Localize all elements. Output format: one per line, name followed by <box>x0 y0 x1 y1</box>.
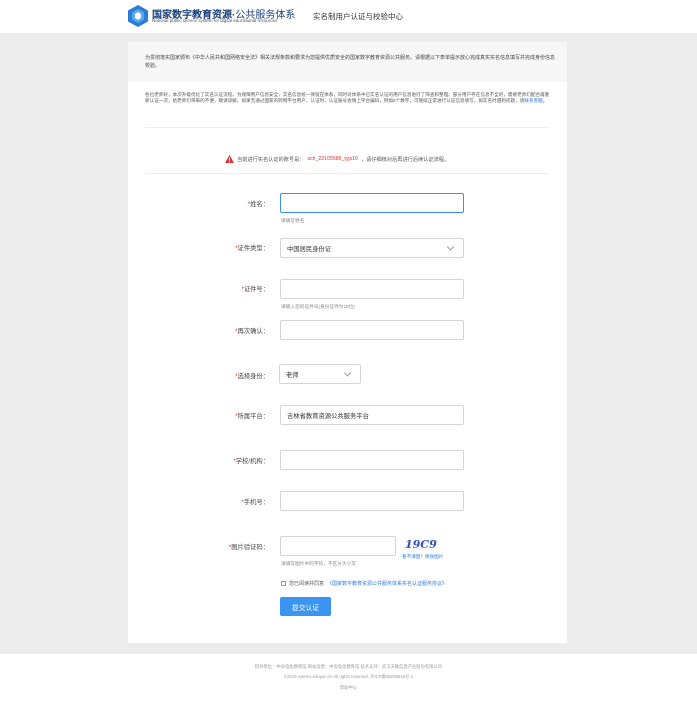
warning-account: sch_22105586_tyjs10 <box>307 156 358 162</box>
phone-input[interactable] <box>280 491 464 511</box>
agreement-checkbox[interactable] <box>281 581 286 586</box>
help-center-link[interactable]: 帮助中心 <box>0 685 697 691</box>
id-type-label: *证件类型： <box>235 245 269 252</box>
role-label: *选择身份： <box>235 373 269 380</box>
id-number-label: *证件号： <box>241 286 269 293</box>
confirm-id-input[interactable] <box>280 320 464 340</box>
warning-prefix: 当前进行实名认证的账号是： <box>237 156 305 163</box>
warning-icon <box>225 155 234 163</box>
captcha-text: 19C9 <box>405 538 437 551</box>
agreement-link[interactable]: 《国家数字教育资源公共服务体系实名认证服务协议》 <box>327 580 447 587</box>
agreement-prefix: 您已阅读并同意 <box>289 581 325 587</box>
top-header: 国家数字教育资源·公共服务体系 National public service … <box>0 0 697 33</box>
refresh-captcha-link[interactable]: 看不清楚？换张图片 <box>402 554 443 560</box>
name-input[interactable] <box>280 193 464 213</box>
divider <box>145 127 549 128</box>
captcha-image[interactable]: 19C9 <box>403 536 439 552</box>
chevron-down-icon <box>343 369 352 377</box>
name-label: *姓名： <box>247 201 269 208</box>
phone-label: *手机号： <box>241 499 269 506</box>
platform-label: *所属平台： <box>235 413 269 420</box>
logo-icon <box>128 5 148 27</box>
submit-button[interactable]: 提交认证 <box>280 597 331 616</box>
warning-suffix: ，请仔细核对后再进行后续认证流程。 <box>360 156 450 163</box>
id-number-hint: 请输入您的证件号(身份证件为18位) <box>281 304 355 309</box>
captcha-input[interactable] <box>280 536 396 556</box>
intro-end: 。 <box>542 98 548 104</box>
footer-credits: 指导单位：中央电化教育馆 网站运营：中央电化教育馆 技术支持：武汉天喻信息产业股… <box>254 664 443 669</box>
id-type-select[interactable]: 中国居民身份证 <box>280 238 464 258</box>
account-warning: 当前进行实名认证的账号是： sch_22105586_tyjs10 ，请仔细核对后再… <box>225 154 449 164</box>
divider <box>145 173 549 174</box>
captcha-hint: 请填写图片中的字符，不区分大小写 <box>281 561 357 566</box>
captcha-label: *图片验证码： <box>228 544 269 551</box>
brand-name-en: National public service system for digit… <box>152 18 278 23</box>
confirm-label: *再次确认： <box>235 328 269 335</box>
school-label: *学校/机构： <box>233 458 269 465</box>
id-type-value: 中国居民身份证 <box>287 245 332 253</box>
chevron-down-icon <box>446 243 455 251</box>
footer-copyright: ©2019 sytems.eduyun.cn All rights reserv… <box>283 674 414 679</box>
role-value: 老师 <box>286 371 299 379</box>
notice-banner: 为贯彻落实国家颁布《中华人民共和国网络安全法》相关法规条款和要求为您提供优质安全… <box>128 42 567 82</box>
agreement-row: 您已阅读并同意 《国家数字教育资源公共服务体系实名认证服务协议》 <box>281 580 447 587</box>
name-hint: 请填写姓名 <box>281 218 305 223</box>
contact-support-link[interactable]: 联系客服 <box>524 98 542 103</box>
platform-input[interactable]: 吉林省教育资源公共服务平台 <box>280 405 464 425</box>
role-select[interactable]: 老师 <box>279 364 361 384</box>
id-number-input[interactable] <box>280 279 464 299</box>
intro-text: 各位老师好，本次升级优化了实名认证流程。为保障用户信息安全，实名信息统一保留在体… <box>145 92 553 105</box>
intro-body: 各位老师好，本次升级优化了实名认证流程。为保障用户信息安全，实名信息统一保留在体… <box>145 92 550 104</box>
notice-text: 为贯彻落实国家颁布《中华人民共和国网络安全法》相关法规条款和要求为您提供优质安全… <box>145 55 556 69</box>
school-input[interactable] <box>280 450 464 470</box>
page-title: 实名制用户认证与校验中心 <box>313 12 403 21</box>
footer: 指导单位：中央电化教育馆 网站运营：中央电化教育馆 技术支持：武汉天喻信息产业股… <box>0 654 697 702</box>
